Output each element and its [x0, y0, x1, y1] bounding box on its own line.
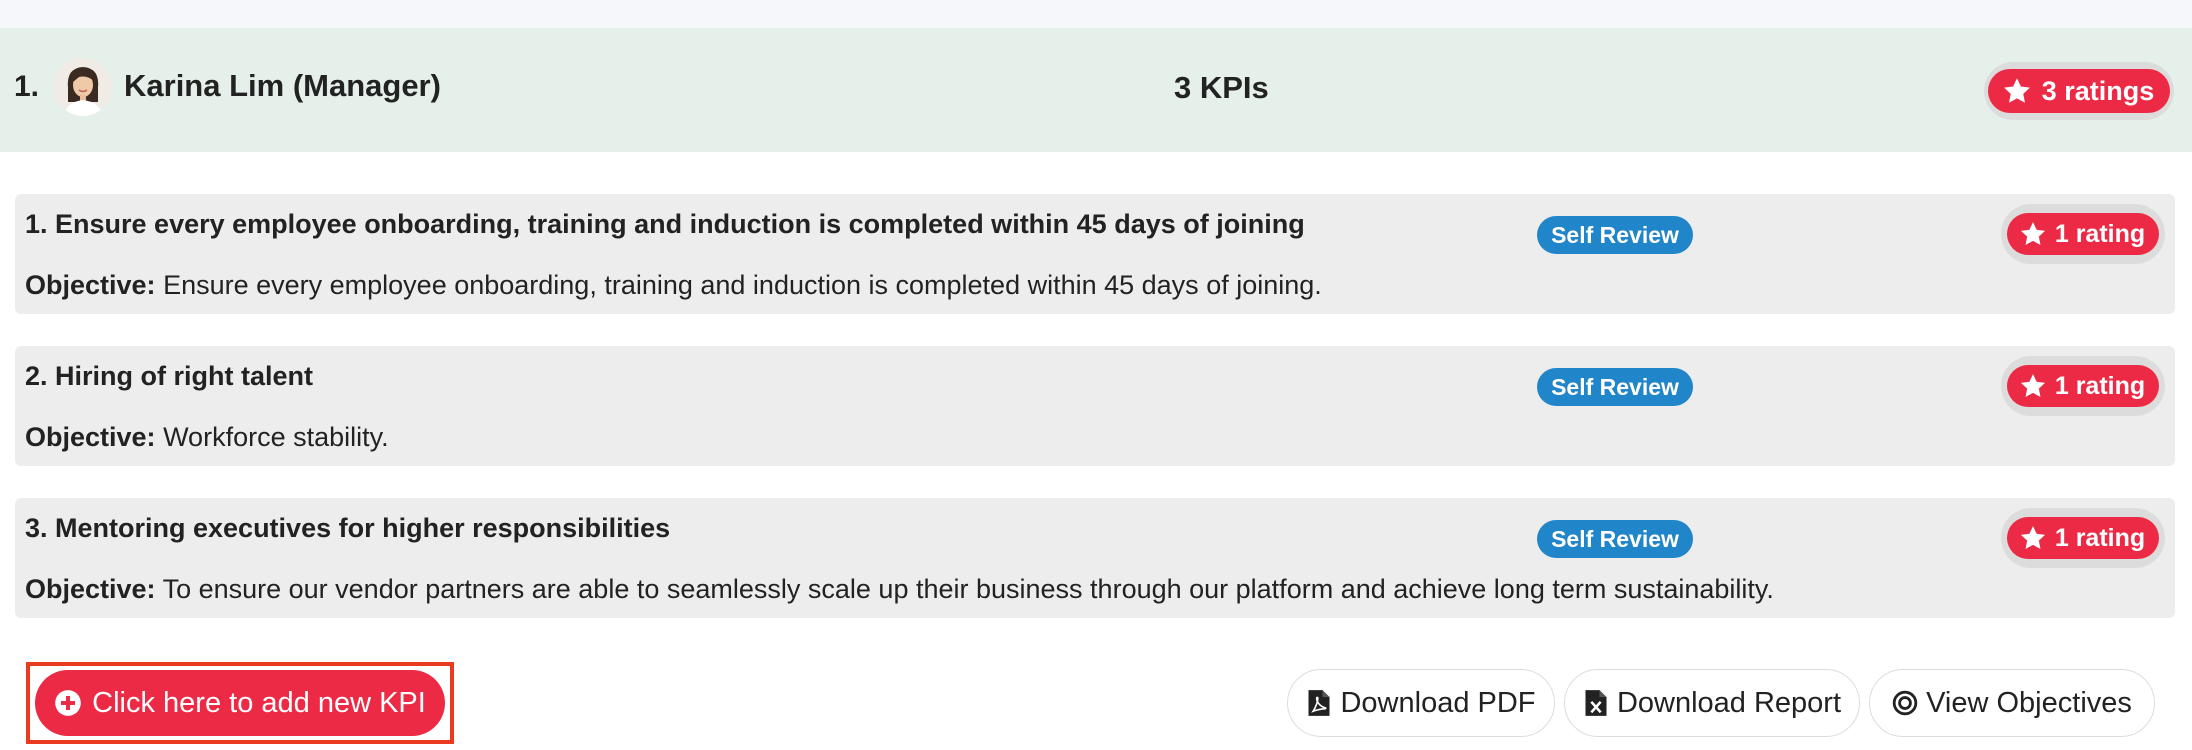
kpi-card: 3. Mentoring executives for higher respo…: [15, 498, 2175, 618]
kpi-count: 3 KPIs: [1174, 70, 1269, 105]
plus-circle-icon: [55, 690, 81, 716]
view-objectives-button[interactable]: View Objectives: [1869, 669, 2155, 737]
download-pdf-label: Download PDF: [1340, 686, 1536, 719]
top-strip: [0, 0, 2192, 28]
kpi-title: 1. Ensure every employee onboarding, tra…: [25, 209, 1305, 239]
employee-rating-label: 3 ratings: [2041, 75, 2155, 106]
star-icon: [2020, 526, 2045, 549]
self-review-badge[interactable]: Self Review: [1537, 368, 1693, 406]
kpi-card: 1. Ensure every employee onboarding, tra…: [15, 194, 2175, 314]
employee-rating-badge[interactable]: 3 ratings: [1984, 62, 2174, 120]
star-icon: [2003, 78, 2030, 103]
objective-label: Objective:: [25, 422, 156, 452]
kpi-rating-pill[interactable]: 1 rating: [2006, 213, 2160, 255]
star-icon: [2020, 374, 2045, 397]
kpi-rating-label: 1 rating: [2054, 219, 2146, 248]
objective-label: Objective:: [25, 270, 156, 300]
kpi-title: 2. Hiring of right talent: [25, 361, 313, 391]
objective-text: Ensure every employee onboarding, traini…: [163, 270, 1322, 300]
kpi-rating-label: 1 rating: [2054, 523, 2146, 552]
download-pdf-button[interactable]: Download PDF: [1287, 669, 1555, 737]
kpi-objective: Objective: To ensure our vendor partners…: [25, 573, 1774, 605]
download-report-button[interactable]: Download Report: [1564, 669, 1860, 737]
objective-text: Workforce stability.: [163, 422, 389, 452]
employee-rating-pill[interactable]: 3 ratings: [1987, 69, 2171, 113]
kpi-objective: Objective: Ensure every employee onboard…: [25, 269, 1322, 301]
objective-label: Objective:: [25, 574, 156, 604]
kpi-rating-label: 1 rating: [2054, 371, 2146, 400]
kpi-objective: Objective: Workforce stability.: [25, 421, 389, 453]
download-report-label: Download Report: [1616, 686, 1842, 719]
file-excel-icon: [1585, 690, 1607, 716]
add-kpi-label: Click here to add new KPI: [92, 686, 426, 719]
star-icon: [2020, 222, 2045, 245]
kpi-card: 2. Hiring of right talent Objective: Wor…: [15, 346, 2175, 466]
view-objectives-label: View Objectives: [1926, 686, 2132, 719]
objective-text: To ensure our vendor partners are able t…: [162, 574, 1774, 604]
employee-number: 1.: [14, 70, 40, 103]
target-icon: [1892, 690, 1918, 716]
file-pdf-icon: [1308, 690, 1330, 716]
kpi-title: 3. Mentoring executives for higher respo…: [25, 513, 671, 543]
kpi-rating-badge[interactable]: 1 rating: [2001, 508, 2165, 568]
self-review-badge[interactable]: Self Review: [1537, 216, 1693, 254]
avatar: [54, 58, 112, 116]
kpi-rating-badge[interactable]: 1 rating: [2001, 356, 2165, 416]
kpi-rating-badge[interactable]: 1 rating: [2001, 204, 2165, 264]
kpi-rating-pill[interactable]: 1 rating: [2006, 517, 2160, 559]
kpi-rating-pill[interactable]: 1 rating: [2006, 365, 2160, 407]
self-review-badge[interactable]: Self Review: [1537, 520, 1693, 558]
add-kpi-button[interactable]: Click here to add new KPI: [35, 670, 445, 736]
employee-name: Karina Lim (Manager): [124, 68, 441, 103]
